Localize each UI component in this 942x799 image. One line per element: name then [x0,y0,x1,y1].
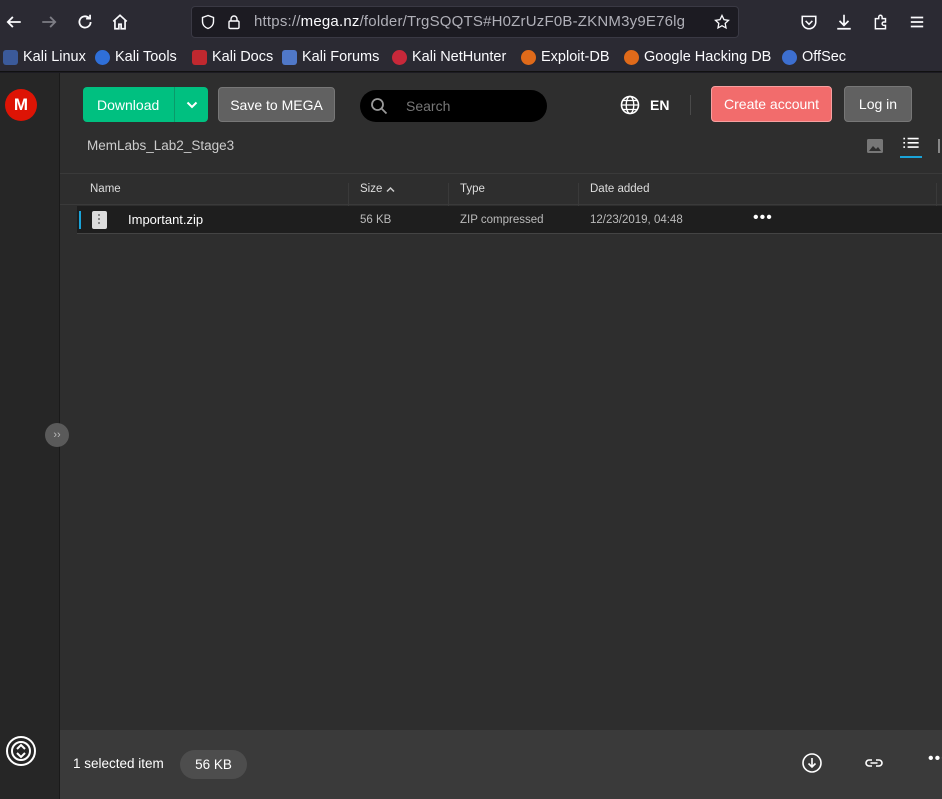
url-text[interactable]: https://mega.nz/folder/TrgSQQTS#H0ZrUzF0… [254,13,685,30]
breadcrumb[interactable]: MemLabs_Lab2_Stage3 [87,138,234,153]
language-code: EN [650,97,670,113]
bookmark-google-hacking-db[interactable]: Google Hacking DB [624,49,771,65]
login-button[interactable]: Log in [844,86,912,122]
kali-docs-icon [192,49,207,65]
column-date-added[interactable]: Date added [590,183,649,195]
back-icon[interactable] [0,8,28,36]
column-size[interactable]: Size [360,183,382,195]
downloads-icon[interactable] [830,8,858,36]
file-name: Important.zip [128,212,204,227]
list-view-icon[interactable] [900,136,922,158]
search-box[interactable] [360,90,547,122]
home-icon[interactable] [106,8,134,36]
bookmark-kali-docs[interactable]: Kali Docs [192,49,273,65]
column-name[interactable]: Name [90,183,121,195]
menu-icon[interactable] [903,8,931,36]
file-date: 12/23/2019, 04:48 [590,214,683,226]
thumbnail-view-icon[interactable] [866,138,884,154]
header-divider [690,95,691,115]
kali-forums-icon [282,49,297,65]
browser-toolbar: https://mega.nz/folder/TrgSQQTS#H0ZrUzF0… [0,0,942,44]
save-to-mega-button[interactable]: Save to MEGA [218,87,335,122]
bookmark-kali-nethunter[interactable]: Kali NetHunter [392,49,506,65]
extensions-icon[interactable] [867,8,895,36]
create-account-button[interactable]: Create account [711,86,832,122]
bookmarks-bar: Kali Linux Kali Tools Kali Docs Kali For… [0,44,942,72]
language-selector[interactable]: EN [620,95,669,115]
expand-sidebar-icon[interactable]: ›› [45,423,69,447]
address-bar[interactable]: https://mega.nz/folder/TrgSQQTS#H0ZrUzF0… [191,6,739,38]
globe-icon [620,95,640,115]
file-type: ZIP compressed [460,214,544,226]
search-icon [371,98,388,115]
footer-more-icon[interactable]: ••• [928,750,942,768]
exploit-db-icon [521,49,536,65]
search-input[interactable] [406,96,536,116]
download-label: Download [97,96,160,113]
offsec-icon [782,49,797,65]
view-more-icon[interactable] [938,139,942,153]
reload-icon[interactable] [71,8,99,36]
selected-size-badge: 56 KB [180,750,247,779]
selected-count: 1 selected item [73,756,164,771]
bookmark-star-icon[interactable] [714,14,730,30]
ghdb-icon [624,49,639,65]
nethunter-icon [392,49,407,65]
kali-tools-icon [95,49,110,65]
file-size: 56 KB [360,214,392,226]
tracking-protection-icon[interactable] [200,14,216,30]
bookmark-offsec[interactable]: OffSec [782,49,846,65]
sync-icon[interactable] [5,735,37,767]
more-options-icon[interactable]: ••• [753,209,773,227]
download-button[interactable]: Download [83,87,208,122]
zip-file-icon [92,211,107,229]
table-row[interactable]: Important.zip 56 KB ZIP compressed 12/23… [77,206,942,234]
forward-icon[interactable] [35,8,63,36]
lock-icon[interactable] [226,14,242,30]
bookmark-kali-tools[interactable]: Kali Tools [95,49,177,65]
pocket-icon[interactable] [795,8,823,36]
bookmark-kali-linux[interactable]: Kali Linux [3,49,86,65]
bookmark-kali-forums[interactable]: Kali Forums [282,49,379,65]
column-type[interactable]: Type [460,183,485,195]
link-icon[interactable] [863,752,885,774]
chevron-down-icon[interactable] [175,101,208,109]
sort-ascending-icon[interactable] [386,185,395,194]
bookmark-exploit-db[interactable]: Exploit-DB [521,49,610,65]
selection-indicator [79,211,81,229]
mega-logo-icon[interactable]: M [5,89,37,121]
download-icon[interactable] [801,752,823,774]
mega-app: M ›› Download Save to MEGA EN Create acc… [0,73,942,799]
selection-footer: 1 selected item 56 KB ••• [60,730,942,799]
table-header: Name Size Type Date added [60,173,942,215]
kali-icon [3,49,18,65]
